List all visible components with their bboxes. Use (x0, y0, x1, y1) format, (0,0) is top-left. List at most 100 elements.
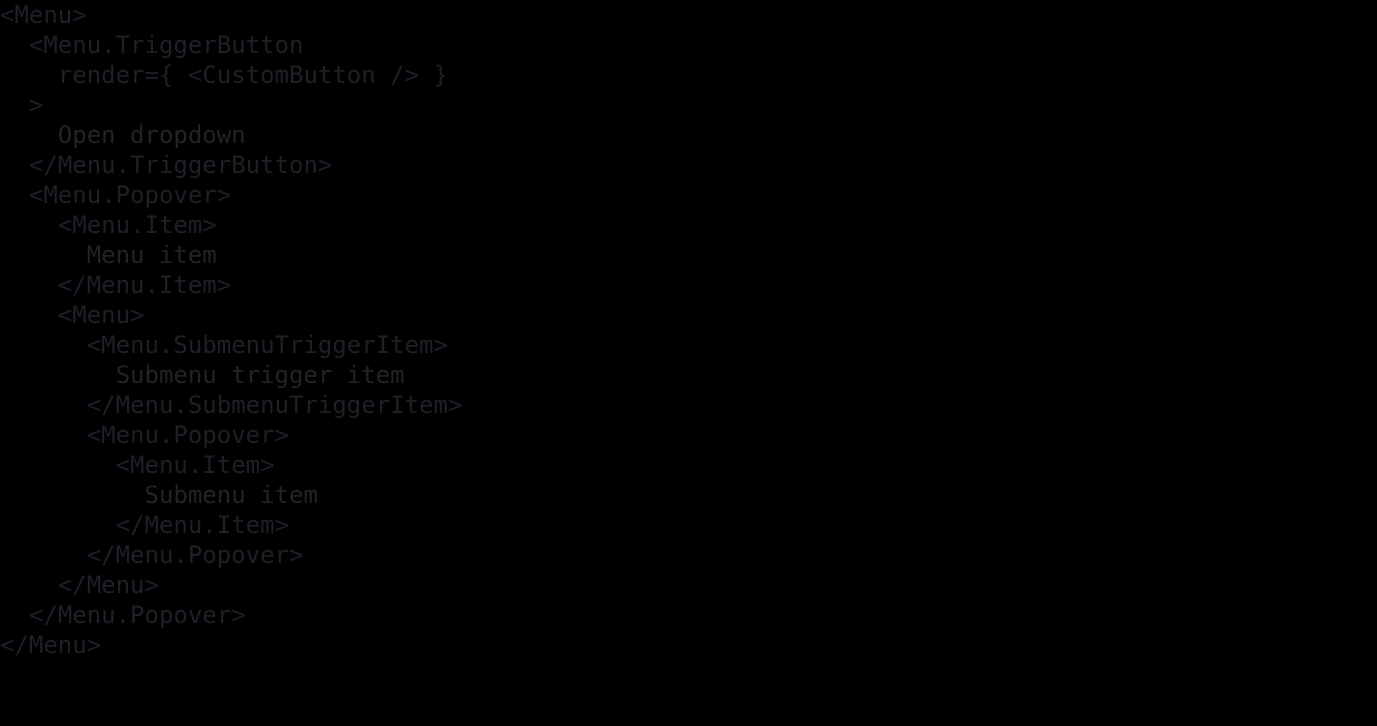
code-token-punct: > (216, 181, 232, 209)
code-token-tag: Menu.SubmenuTriggerItem (101, 331, 434, 359)
code-line: </Menu.Item> (0, 270, 1377, 300)
code-line: Submenu trigger item (0, 360, 1377, 390)
code-line: Menu item (0, 240, 1377, 270)
code-token-tag: Menu.Item (130, 451, 261, 479)
code-token-punct: </ (57, 571, 87, 599)
code-token-txt: Submenu item (144, 481, 318, 509)
code-token-punct: </ (28, 151, 58, 179)
code-line: </Menu> (0, 630, 1377, 660)
code-token-punct: > (144, 571, 159, 599)
code-token-punct: < (28, 31, 44, 59)
code-token-punct: < (0, 1, 15, 29)
code-token-tag: Menu.Popover (115, 541, 289, 569)
code-token-punct: </ (86, 391, 116, 419)
code-line: <Menu.Popover> (0, 420, 1377, 450)
code-token-attr: render (57, 61, 145, 89)
code-token-punct: > (274, 511, 289, 539)
code-token-punct: > (202, 211, 217, 239)
code-line: </Menu.Popover> (0, 540, 1377, 570)
code-token-punct: > (260, 451, 275, 479)
code-token-punct: > (86, 631, 102, 659)
code-token-punct: > (231, 601, 246, 629)
code-token-punct: > (289, 541, 304, 569)
code-token-tag: Menu.Item (86, 271, 217, 299)
code-token-punct: /> } (375, 61, 448, 89)
code-token-tag: Menu.Popover (57, 601, 232, 629)
code-line: <Menu.Item> (0, 450, 1377, 480)
code-token-tag: Menu (28, 631, 87, 659)
code-content[interactable]: <Menu> <Menu.TriggerButton render={ <Cus… (0, 0, 1377, 660)
code-token-punct: > (274, 421, 289, 449)
code-line: <Menu> (0, 0, 1377, 30)
code-token-tag: Menu (72, 301, 131, 329)
code-token-punct: </ (115, 511, 145, 539)
code-token-punct: < (86, 421, 102, 449)
code-token-punct: </ (0, 631, 29, 659)
code-line: </Menu.TriggerButton> (0, 150, 1377, 180)
code-token-tag: Menu.TriggerButton (43, 31, 304, 59)
code-token-punct: < (57, 301, 73, 329)
code-line: </Menu.SubmenuTriggerItem> (0, 390, 1377, 420)
code-token-tag: Menu (14, 1, 73, 29)
code-token-txt: Open dropdown (57, 121, 246, 149)
code-token-tag: Menu.TriggerButton (57, 151, 318, 179)
code-token-punct: < (115, 451, 131, 479)
code-token-punct: > (72, 1, 87, 29)
code-token-txt: Menu item (86, 241, 217, 269)
code-token-txt: Submenu trigger item (115, 361, 405, 389)
code-token-punct: > (447, 391, 463, 419)
code-line: </Menu.Popover> (0, 600, 1377, 630)
code-token-tag: Menu.Popover (43, 181, 217, 209)
code-token-tag: Menu.Popover (101, 421, 275, 449)
code-line: <Menu.Popover> (0, 180, 1377, 210)
code-token-punct: > (317, 151, 333, 179)
code-block[interactable]: <Menu> <Menu.TriggerButton render={ <Cus… (0, 0, 1377, 726)
code-line: <Menu.TriggerButton (0, 30, 1377, 60)
code-token-tag: Menu.SubmenuTriggerItem (115, 391, 448, 419)
code-token-punct: </ (86, 541, 116, 569)
code-token-tag: Menu.Item (72, 211, 203, 239)
code-token-punct: < (57, 211, 73, 239)
code-token-punct: > (216, 271, 232, 299)
code-line: <Menu.SubmenuTriggerItem> (0, 330, 1377, 360)
code-line: </Menu> (0, 570, 1377, 600)
code-token-punct: < (28, 181, 44, 209)
code-token-punct: > (433, 331, 448, 359)
code-token-punct: > (28, 91, 44, 119)
code-line: <Menu> (0, 300, 1377, 330)
code-token-punct: > (130, 301, 145, 329)
code-line: Submenu item (0, 480, 1377, 510)
code-token-tag: CustomButton (202, 61, 376, 89)
code-line: > (0, 90, 1377, 120)
code-token-punct: </ (28, 601, 58, 629)
code-token-punct: </ (57, 271, 87, 299)
code-line: render={ <CustomButton /> } (0, 60, 1377, 90)
code-line: Open dropdown (0, 120, 1377, 150)
code-token-punct: ={ < (144, 61, 203, 89)
code-token-tag: Menu.Item (144, 511, 275, 539)
code-line: </Menu.Item> (0, 510, 1377, 540)
code-line: <Menu.Item> (0, 210, 1377, 240)
code-token-punct: < (86, 331, 102, 359)
code-token-tag: Menu (86, 571, 145, 599)
